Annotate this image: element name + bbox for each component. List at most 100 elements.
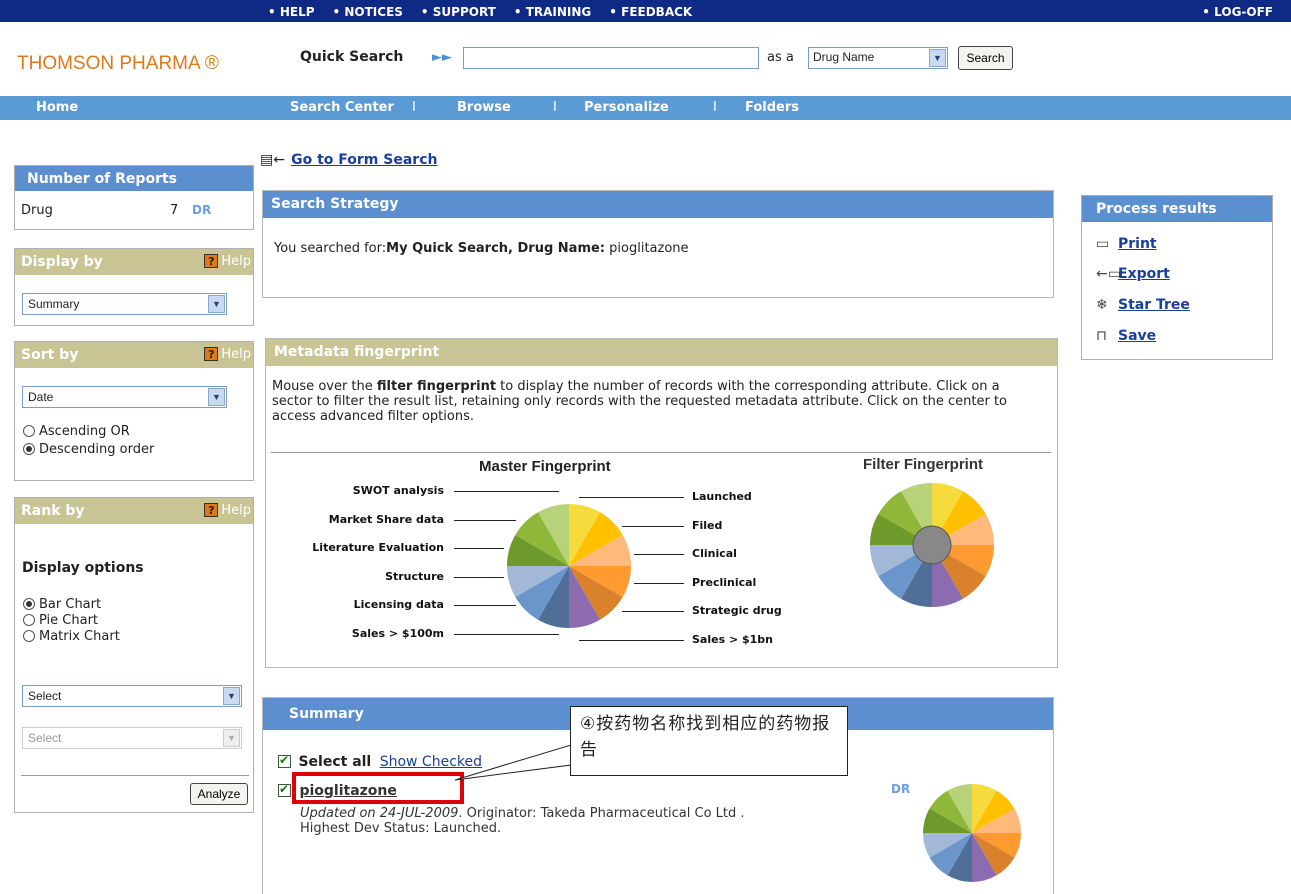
search-strategy-title: Search Strategy [263, 191, 1053, 218]
star-tree-link[interactable]: Star Tree [1118, 297, 1190, 313]
master-label-left: SWOT analysis [352, 484, 444, 497]
process-results-title: Process results [1082, 196, 1272, 222]
result-originator: . Originator: Takeda Pharmaceutical Co L… [458, 806, 745, 821]
divider [21, 775, 249, 776]
rank-by-title: Rank by [21, 503, 85, 519]
metadata-fingerprint-panel: Metadata fingerprint Mouse over the filt… [265, 338, 1058, 668]
radio-button[interactable] [23, 425, 35, 437]
chart-type-radios: Bar Chart Pie Chart Matrix Chart [23, 596, 120, 644]
help-link[interactable]: • HELP [268, 5, 315, 19]
radio-pie-chart[interactable]: Pie Chart [23, 612, 120, 628]
radio-button[interactable] [23, 630, 35, 642]
reports-drug-count: 7 [170, 203, 179, 218]
metadata-fingerprint-title: Metadata fingerprint [266, 339, 1057, 366]
feedback-link[interactable]: • FEEDBACK [609, 5, 692, 19]
radio-bar-chart[interactable]: Bar Chart [23, 596, 120, 612]
sort-by-box: Sort by ? Help Date ▼ Ascending OR Descen… [14, 341, 254, 481]
help-label: Help [221, 254, 251, 269]
print-link[interactable]: Print [1118, 236, 1157, 252]
sort-by-header: Sort by ? Help [15, 342, 253, 368]
radio-button-selected[interactable] [23, 598, 35, 610]
strategy-term: pioglitazone [605, 241, 689, 256]
result-dr-tag[interactable]: DR [891, 782, 910, 796]
radio-button-selected[interactable] [23, 443, 35, 455]
main-nav: Home Search Center I Browse I Personaliz… [0, 96, 1291, 120]
display-by-select[interactable]: Summary ▼ [22, 293, 227, 315]
sort-by-help[interactable]: ? Help [204, 347, 251, 362]
filter-center-button[interactable] [912, 525, 952, 565]
rank-by-help[interactable]: ? Help [204, 503, 251, 518]
training-link[interactable]: • TRAINING [514, 5, 591, 19]
quick-search-input[interactable] [463, 47, 759, 69]
chevron-down-icon: ▼ [929, 49, 946, 67]
help-icon: ? [204, 503, 219, 517]
nav-home[interactable]: Home [36, 100, 78, 115]
annotation-callout: ④按药物名称找到相应的药物报告 [570, 706, 848, 776]
result-status: Highest Dev Status: Launched. [300, 821, 502, 836]
desc-bold: filter fingerprint [376, 379, 497, 394]
filter-fingerprint-pie[interactable] [869, 482, 995, 608]
leader-line [454, 576, 504, 578]
leader-line [579, 497, 684, 498]
nav-browse[interactable]: Browse [457, 100, 511, 115]
notices-link[interactable]: • NOTICES [333, 5, 403, 19]
chevron-down-icon: ▼ [208, 388, 225, 406]
sort-by-select[interactable]: Date ▼ [22, 386, 227, 408]
master-label-left: Structure [385, 569, 444, 583]
strategy-prefix: You searched for: [274, 241, 387, 256]
print-action[interactable]: ▭ Print [1096, 236, 1157, 252]
master-fingerprint-title: Master Fingerprint [479, 458, 611, 475]
result-checkbox[interactable] [278, 782, 291, 797]
leader-line [454, 633, 559, 635]
radio-matrix-chart[interactable]: Matrix Chart [23, 628, 120, 644]
printer-icon: ▭ [1096, 236, 1110, 252]
display-by-help[interactable]: ? Help [204, 254, 251, 269]
utility-links: • HELP • NOTICES • SUPPORT • TRAINING • … [268, 5, 710, 19]
radio-label: Matrix Chart [39, 628, 120, 644]
display-by-value: Summary [28, 297, 80, 311]
star-tree-action[interactable]: ❄ Star Tree [1096, 297, 1190, 313]
strategy-bold: My Quick Search, Drug Name: [386, 241, 606, 256]
display-options-label: Display options [22, 560, 144, 576]
display-by-header: Display by ? Help [15, 249, 253, 275]
master-label-right: Sales > $1bn [692, 632, 774, 646]
rank-select-1[interactable]: Select ▼ [22, 685, 242, 707]
select-all-checkbox[interactable] [278, 753, 291, 768]
export-action[interactable]: ←▭ Export [1096, 266, 1170, 282]
brand-logo: THOMSON PHARMA ® [17, 53, 219, 74]
help-label: Help [221, 503, 251, 518]
help-label: Help [221, 347, 251, 362]
form-back-icon: ▤← [260, 152, 285, 168]
rank-by-header: Rank by ? Help [15, 498, 253, 524]
save-action[interactable]: ⊓ Save [1096, 328, 1156, 344]
nav-folders[interactable]: Folders [745, 100, 799, 115]
select-all-row: Select all Show Checked [278, 753, 482, 770]
goto-form-search-link[interactable]: Go to Form Search [291, 152, 437, 168]
radio-ascending[interactable]: Ascending OR [23, 422, 154, 440]
fingerprint-description: Mouse over the filter fingerprint to dis… [272, 379, 1032, 424]
export-link[interactable]: Export [1118, 266, 1170, 282]
master-fingerprint-pie[interactable] [506, 503, 632, 629]
support-link[interactable]: • SUPPORT [421, 5, 496, 19]
help-icon: ? [204, 347, 219, 361]
divider [271, 452, 1051, 453]
analyze-button[interactable]: Analyze [190, 783, 248, 805]
help-icon: ? [204, 254, 219, 268]
search-strategy-panel: Search Strategy You searched for:My Quic… [262, 190, 1054, 298]
search-type-prefix: as a [767, 50, 794, 65]
nav-search-center[interactable]: Search Center [290, 100, 394, 115]
result-details: Updated on 24-JUL-2009. Originator: Take… [300, 806, 745, 836]
result-fingerprint-pie[interactable] [922, 783, 1022, 883]
radio-descending[interactable]: Descending order [23, 440, 154, 458]
search-button[interactable]: Search [958, 46, 1013, 70]
radio-button[interactable] [23, 614, 35, 626]
display-by-box: Display by ? Help Summary ▼ [14, 248, 254, 326]
goto-form-search[interactable]: ▤← Go to Form Search [260, 152, 437, 168]
search-type-select[interactable]: Drug Name ▼ [808, 47, 948, 69]
nav-personalize[interactable]: Personalize [584, 100, 669, 115]
save-link[interactable]: Save [1118, 328, 1156, 344]
reports-dr-tag[interactable]: DR [192, 203, 211, 217]
master-label-right: Strategic drug [692, 604, 782, 617]
logoff-link[interactable]: • LOG-OFF [1202, 5, 1273, 19]
master-label-right: Clinical [692, 547, 737, 560]
